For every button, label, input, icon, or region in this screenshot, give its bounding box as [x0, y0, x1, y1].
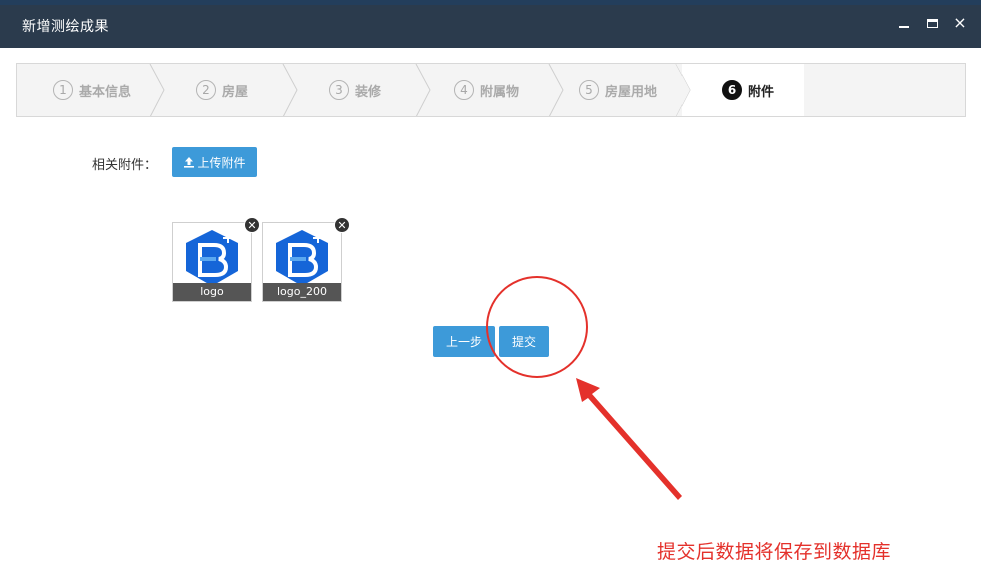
step-separators [149, 64, 691, 116]
annotation-arrow [576, 378, 682, 500]
remove-attachment-button[interactable]: ✕ [244, 217, 260, 233]
attachment-filename: logo_200 [263, 283, 341, 301]
upload-attachment-label: 上传附件 [197, 155, 246, 170]
attachment-label: 相关附件： [92, 158, 158, 173]
attachment-thumbnail[interactable]: logo ✕ [172, 217, 260, 302]
step-separator [548, 64, 564, 116]
previous-step-button[interactable]: 上一步 [433, 326, 495, 357]
window-controls: × [897, 13, 967, 32]
remove-attachment-button[interactable]: ✕ [334, 217, 350, 233]
step-separator [415, 64, 431, 116]
maximize-button[interactable] [925, 16, 939, 30]
window-titlebar: 新增测绘成果 × [0, 0, 981, 48]
close-icon: ✕ [337, 218, 347, 232]
close-button[interactable]: × [953, 13, 967, 32]
minimize-icon [899, 26, 909, 28]
step-wizard: 1 基本信息 2 房屋 3 装修 4 附属物 5 房屋用地 6 附件 [16, 63, 966, 117]
close-icon: ✕ [247, 218, 257, 232]
logo-image [186, 230, 238, 286]
logo-image [276, 230, 328, 286]
window-title: 新增测绘成果 [22, 19, 109, 35]
submit-button[interactable]: 提交 [499, 326, 549, 357]
step-separator [282, 64, 298, 116]
attachment-filename: logo [173, 283, 251, 301]
attachment-thumbnail[interactable]: logo_200 ✕ [262, 217, 350, 302]
annotation-text: 提交后数据将保存到数据库 [657, 541, 892, 563]
minimize-button[interactable] [897, 16, 911, 30]
close-icon: × [953, 13, 967, 32]
step-separator [149, 64, 165, 116]
upload-attachment-button[interactable]: 上传附件 [172, 147, 257, 177]
upload-icon [183, 156, 195, 168]
maximize-icon [926, 18, 938, 28]
